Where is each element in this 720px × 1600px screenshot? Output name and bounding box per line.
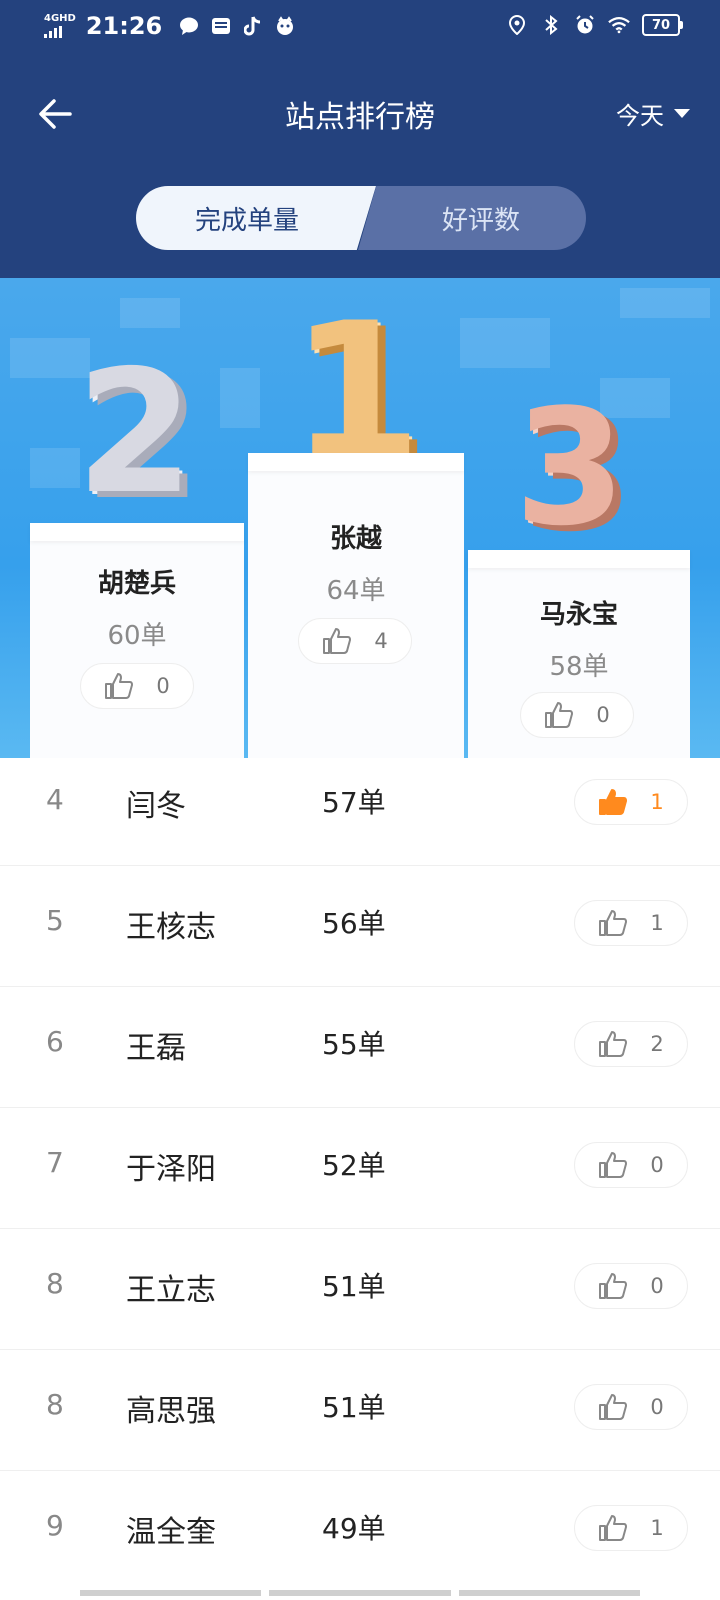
- order-count: 57单: [322, 786, 386, 819]
- like-button[interactable]: 0: [574, 1384, 688, 1430]
- battery-icon: 70: [642, 14, 683, 36]
- ranking-tabs: 完成单量 好评数: [136, 186, 586, 250]
- like-button[interactable]: 1: [574, 1505, 688, 1551]
- order-count: 51单: [322, 1270, 386, 1303]
- thumbs-up-icon: [599, 1394, 628, 1420]
- news-icon: [210, 15, 232, 37]
- rank-number: 8: [46, 1388, 64, 1421]
- like-count: 0: [156, 674, 170, 698]
- order-count: 52单: [322, 1149, 386, 1182]
- period-dropdown[interactable]: 今天: [616, 96, 690, 131]
- like-button[interactable]: 2: [574, 1021, 688, 1067]
- like-button[interactable]: 0: [520, 692, 634, 738]
- like-count: 0: [650, 1395, 664, 1419]
- caret-down-icon: [674, 109, 690, 118]
- podium-count: 58单: [549, 652, 609, 682]
- wifi-icon: [608, 14, 630, 36]
- like-count: 0: [650, 1274, 664, 1298]
- list-item: 7 于泽阳 52单 0: [0, 1107, 720, 1228]
- ranking-list: 4 闫冬 57单 1 5 王核志 56单 1 6 王磊 55单 2 7 于泽阳 …: [0, 745, 720, 1591]
- rank-number: 4: [46, 783, 64, 816]
- courier-name: 于泽阳: [126, 1152, 216, 1187]
- like-count: 0: [650, 1153, 664, 1177]
- podium-name: 马永宝: [539, 600, 618, 630]
- courier-name: 王磊: [126, 1031, 186, 1066]
- like-button[interactable]: 1: [574, 900, 688, 946]
- status-time: 21:26: [85, 12, 163, 40]
- like-count: 1: [650, 911, 664, 935]
- rank-number: 9: [46, 1509, 64, 1542]
- list-item: 5 王核志 56单 1: [0, 865, 720, 986]
- list-item: 9 温全奎 49单 1: [0, 1470, 720, 1591]
- page-title: 站点排行榜: [285, 100, 435, 135]
- period-label: 今天: [616, 102, 664, 130]
- thumbs-up-icon: [599, 1515, 628, 1541]
- message-icon: [178, 15, 200, 37]
- thumbs-up-icon: [545, 702, 574, 728]
- thumbs-up-icon: [599, 1152, 628, 1178]
- rank-number: 8: [46, 1267, 64, 1300]
- rank-3-number: 3: [514, 374, 626, 561]
- thumbs-up-icon: [599, 1031, 628, 1057]
- courier-name: 温全奎: [126, 1515, 216, 1550]
- list-item: 4 闫冬 57单 1: [0, 745, 720, 865]
- status-bar: 4GHD 21:26 70: [0, 0, 720, 56]
- like-count: 1: [650, 790, 664, 814]
- tab-completed-orders[interactable]: 完成单量: [136, 186, 376, 250]
- courier-name: 王立志: [126, 1273, 216, 1308]
- list-item: 8 王立志 51单 0: [0, 1228, 720, 1349]
- thumbs-up-icon: [599, 910, 628, 936]
- nav-bar: 站点排行榜 今天: [0, 78, 720, 148]
- like-count: 0: [596, 703, 610, 727]
- signal-indicator: 4GHD: [44, 14, 76, 38]
- courier-name: 闫冬: [126, 789, 186, 824]
- tab-good-reviews[interactable]: 好评数: [358, 186, 586, 250]
- podium-rank-1: 张越 64单 4: [248, 453, 464, 758]
- like-count: 1: [650, 1516, 664, 1540]
- like-button[interactable]: 0: [574, 1263, 688, 1309]
- podium-rank-3: 马永宝 58单 0: [468, 550, 690, 758]
- like-button[interactable]: 1: [574, 779, 688, 825]
- thumbs-up-icon: [323, 628, 352, 654]
- like-count: 4: [374, 629, 388, 653]
- like-button[interactable]: 4: [298, 618, 412, 664]
- order-count: 49单: [322, 1512, 386, 1545]
- thumbs-up-icon: [599, 789, 628, 815]
- signal-bars-icon: [44, 26, 76, 38]
- bottom-scroll-indicator: [80, 1590, 640, 1600]
- like-button[interactable]: 0: [80, 663, 194, 709]
- like-count: 2: [650, 1032, 664, 1056]
- thumbs-up-icon: [105, 673, 134, 699]
- list-item: 6 王磊 55单 2: [0, 986, 720, 1107]
- order-count: 56单: [322, 907, 386, 940]
- podium-area: 2 胡楚兵 60单 0 1 张越 64单 4 3 马永宝 58单 0: [0, 278, 720, 758]
- order-count: 55单: [322, 1028, 386, 1061]
- courier-name: 王核志: [126, 910, 216, 945]
- alarm-icon: [574, 14, 596, 36]
- location-icon: [506, 14, 528, 36]
- order-count: 51单: [322, 1391, 386, 1424]
- rank-number: 7: [46, 1146, 64, 1179]
- podium-count: 60单: [107, 621, 167, 651]
- rank-number: 5: [46, 904, 64, 937]
- podium-count: 64单: [326, 576, 386, 606]
- courier-name: 高思强: [126, 1394, 216, 1429]
- thumbs-up-icon: [599, 1273, 628, 1299]
- like-button[interactable]: 0: [574, 1142, 688, 1188]
- network-type: 4GHD: [44, 13, 76, 24]
- tiktok-icon: [242, 15, 264, 37]
- header: 4GHD 21:26 70 站点排行榜 今天 完成单量 好评数: [0, 0, 720, 278]
- app-face-icon: [274, 15, 296, 37]
- rank-number: 6: [46, 1025, 64, 1058]
- bluetooth-icon: [540, 14, 562, 36]
- rank-2-number: 2: [75, 334, 195, 532]
- podium-name: 张越: [329, 524, 382, 554]
- podium-name: 胡楚兵: [97, 569, 176, 599]
- list-item: 8 高思强 51单 0: [0, 1349, 720, 1470]
- podium-rank-2: 胡楚兵 60单 0: [30, 523, 244, 758]
